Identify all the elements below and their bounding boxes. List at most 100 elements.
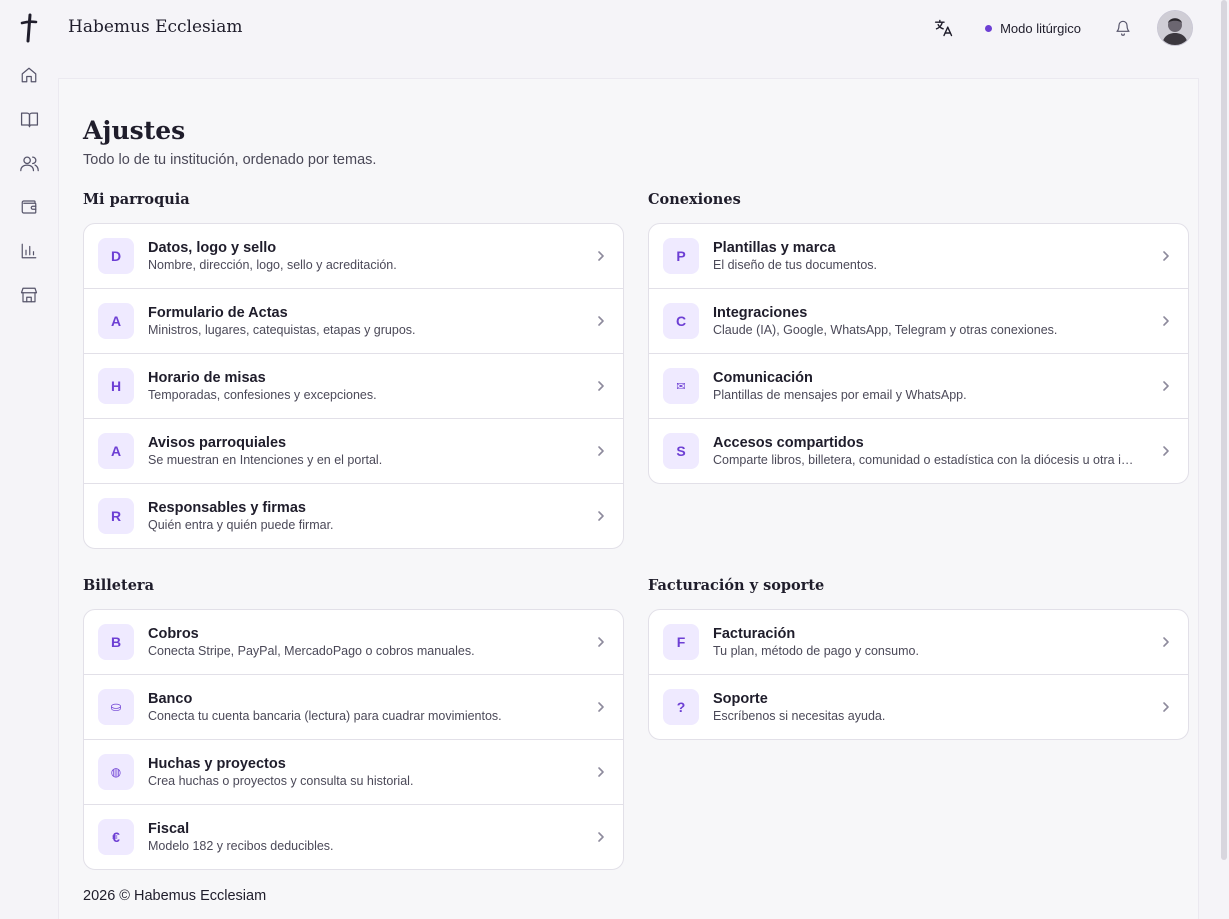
piggy-bank-icon: ◍ bbox=[98, 754, 134, 790]
section-title: Conexiones bbox=[648, 191, 741, 208]
settings-panel: Ajustes Todo lo de tu institución, orden… bbox=[58, 78, 1199, 919]
settings-row-comunicacion[interactable]: ✉ Comunicación Plantillas de mensajes por… bbox=[649, 354, 1188, 419]
row-badge: ? bbox=[663, 689, 699, 725]
avatar[interactable] bbox=[1157, 10, 1193, 46]
page-subtitle: Todo lo de tu institución, ordenado por … bbox=[83, 152, 377, 168]
row-title: Cobros bbox=[148, 625, 199, 642]
settings-row-plantillas[interactable]: P Plantillas y marca El diseño de tus doc… bbox=[649, 224, 1188, 289]
row-title: Integraciones bbox=[713, 304, 808, 321]
row-title: Fiscal bbox=[148, 820, 190, 837]
row-description: Escríbenos si necesitas ayuda. bbox=[713, 708, 886, 723]
cross-logo-icon[interactable] bbox=[18, 12, 40, 44]
settings-row-actas[interactable]: A Formulario de Actas Ministros, lugares,… bbox=[84, 289, 623, 354]
chevron-right-icon bbox=[595, 314, 607, 326]
row-title: Accesos compartidos bbox=[713, 434, 864, 451]
row-title: Responsables y firmas bbox=[148, 499, 306, 516]
sidebar-rail bbox=[0, 0, 58, 904]
book-icon[interactable] bbox=[18, 108, 40, 130]
chevron-right-icon bbox=[1160, 635, 1172, 647]
chevron-right-icon bbox=[595, 765, 607, 777]
row-title: Facturación bbox=[713, 625, 796, 642]
row-title: Avisos parroquiales bbox=[148, 434, 287, 451]
chart-icon[interactable] bbox=[18, 240, 40, 262]
liturgy-mode-toggle[interactable]: Modo litúrgico bbox=[985, 21, 1081, 36]
section-conexiones: Conexiones P Plantillas y marca El diseño… bbox=[648, 191, 1189, 484]
settings-row-responsables[interactable]: R Responsables y firmas Quién entra y qui… bbox=[84, 484, 623, 548]
row-description: Modelo 182 y recibos deducibles. bbox=[148, 838, 334, 853]
chevron-right-icon bbox=[1160, 249, 1172, 261]
row-badge: A bbox=[98, 433, 134, 469]
chevron-right-icon bbox=[1160, 444, 1172, 456]
settings-row-accesos[interactable]: S Accesos compartidos Comparte libros, bi… bbox=[649, 419, 1188, 483]
row-description: Claude (IA), Google, WhatsApp, Telegram … bbox=[713, 322, 1058, 337]
settings-row-cobros[interactable]: B Cobros Conecta Stripe, PayPal, MercadoP… bbox=[84, 610, 623, 675]
users-icon[interactable] bbox=[18, 152, 40, 174]
row-badge: A bbox=[98, 303, 134, 339]
row-title: Plantillas y marca bbox=[713, 239, 836, 256]
row-badge: B bbox=[98, 624, 134, 660]
settings-card: P Plantillas y marca El diseño de tus doc… bbox=[648, 223, 1189, 484]
home-icon[interactable] bbox=[18, 64, 40, 86]
row-badge: C bbox=[663, 303, 699, 339]
row-description: Crea huchas o proyectos y consulta su hi… bbox=[148, 773, 414, 788]
row-description: Quién entra y quién puede firmar. bbox=[148, 517, 334, 532]
brand-name[interactable]: Habemus Ecclesiam bbox=[68, 17, 242, 37]
settings-card: F Facturación Tu plan, método de pago y c… bbox=[648, 609, 1189, 740]
row-title: Comunicación bbox=[713, 369, 813, 386]
page-title: Ajustes bbox=[83, 116, 186, 145]
row-title: Horario de misas bbox=[148, 369, 266, 386]
liturgy-mode-label: Modo litúrgico bbox=[1000, 20, 1081, 36]
settings-row-fiscal[interactable]: € Fiscal Modelo 182 y recibos deducibles. bbox=[84, 805, 623, 869]
settings-row-integraciones[interactable]: C Integraciones Claude (IA), Google, What… bbox=[649, 289, 1188, 354]
row-description: Plantillas de mensajes por email y Whats… bbox=[713, 387, 967, 402]
settings-row-horario[interactable]: H Horario de misas Temporadas, confesione… bbox=[84, 354, 623, 419]
chevron-right-icon bbox=[595, 444, 607, 456]
section-title: Facturación y soporte bbox=[648, 577, 825, 594]
settings-row-avisos[interactable]: A Avisos parroquiales Se muestran en Inte… bbox=[84, 419, 623, 484]
settings-card: B Cobros Conecta Stripe, PayPal, MercadoP… bbox=[83, 609, 624, 870]
row-badge: H bbox=[98, 368, 134, 404]
section-parroquia: Mi parroquia D Datos, logo y sello Nombre… bbox=[83, 191, 624, 549]
section-billetera: Billetera B Cobros Conecta Stripe, PayPal… bbox=[83, 577, 624, 870]
chevron-right-icon bbox=[1160, 700, 1172, 712]
envelope-icon: ✉ bbox=[663, 368, 699, 404]
row-title: Banco bbox=[148, 690, 193, 707]
row-description: Se muestran en Intenciones y en el porta… bbox=[148, 452, 383, 467]
settings-row-soporte[interactable]: ? Soporte Escríbenos si necesitas ayuda. bbox=[649, 675, 1188, 739]
row-title: Datos, logo y sello bbox=[148, 239, 277, 256]
row-badge: P bbox=[663, 238, 699, 274]
row-badge: S bbox=[663, 433, 699, 469]
settings-row-datos[interactable]: D Datos, logo y sello Nombre, dirección, … bbox=[84, 224, 623, 289]
row-description: Tu plan, método de pago y consumo. bbox=[713, 643, 919, 658]
row-title: Soporte bbox=[713, 690, 768, 707]
row-badge: € bbox=[98, 819, 134, 855]
row-badge: D bbox=[98, 238, 134, 274]
chevron-right-icon bbox=[595, 700, 607, 712]
row-description: Comparte libros, billetera, comunidad o … bbox=[713, 452, 1138, 467]
row-description: Ministros, lugares, catequistas, etapas … bbox=[148, 322, 416, 337]
topbar-actions: Modo litúrgico bbox=[931, 10, 1193, 46]
row-description: Conecta Stripe, PayPal, MercadoPago o co… bbox=[148, 643, 475, 658]
row-description: El diseño de tus documentos. bbox=[713, 257, 877, 272]
row-description: Nombre, dirección, logo, sello y acredit… bbox=[148, 257, 397, 272]
chevron-right-icon bbox=[1160, 379, 1172, 391]
settings-card: D Datos, logo y sello Nombre, dirección, … bbox=[83, 223, 624, 549]
section-facturacion: Facturación y soporte F Facturación Tu pl… bbox=[648, 577, 1189, 740]
settings-row-banco[interactable]: ⛀ Banco Conecta tu cuenta bancaria (lectu… bbox=[84, 675, 623, 740]
chevron-right-icon bbox=[595, 830, 607, 842]
store-icon[interactable] bbox=[18, 284, 40, 306]
translate-icon[interactable] bbox=[931, 15, 957, 41]
bell-icon[interactable] bbox=[1111, 16, 1135, 40]
settings-row-huchas[interactable]: ◍ Huchas y proyectos Crea huchas o proyec… bbox=[84, 740, 623, 805]
chevron-right-icon bbox=[595, 379, 607, 391]
chevron-right-icon bbox=[1160, 314, 1172, 326]
section-title: Mi parroquia bbox=[83, 191, 190, 208]
row-title: Formulario de Actas bbox=[148, 304, 288, 321]
page-scrollbar[interactable] bbox=[1221, 0, 1227, 860]
footer-copyright: 2026 © Habemus Ecclesiam bbox=[83, 888, 267, 904]
section-title: Billetera bbox=[83, 577, 154, 594]
settings-row-facturacion[interactable]: F Facturación Tu plan, método de pago y c… bbox=[649, 610, 1188, 675]
row-description: Temporadas, confesiones y excepciones. bbox=[148, 387, 377, 402]
wallet-icon[interactable] bbox=[18, 196, 40, 218]
row-description: Conecta tu cuenta bancaria (lectura) par… bbox=[148, 708, 502, 723]
